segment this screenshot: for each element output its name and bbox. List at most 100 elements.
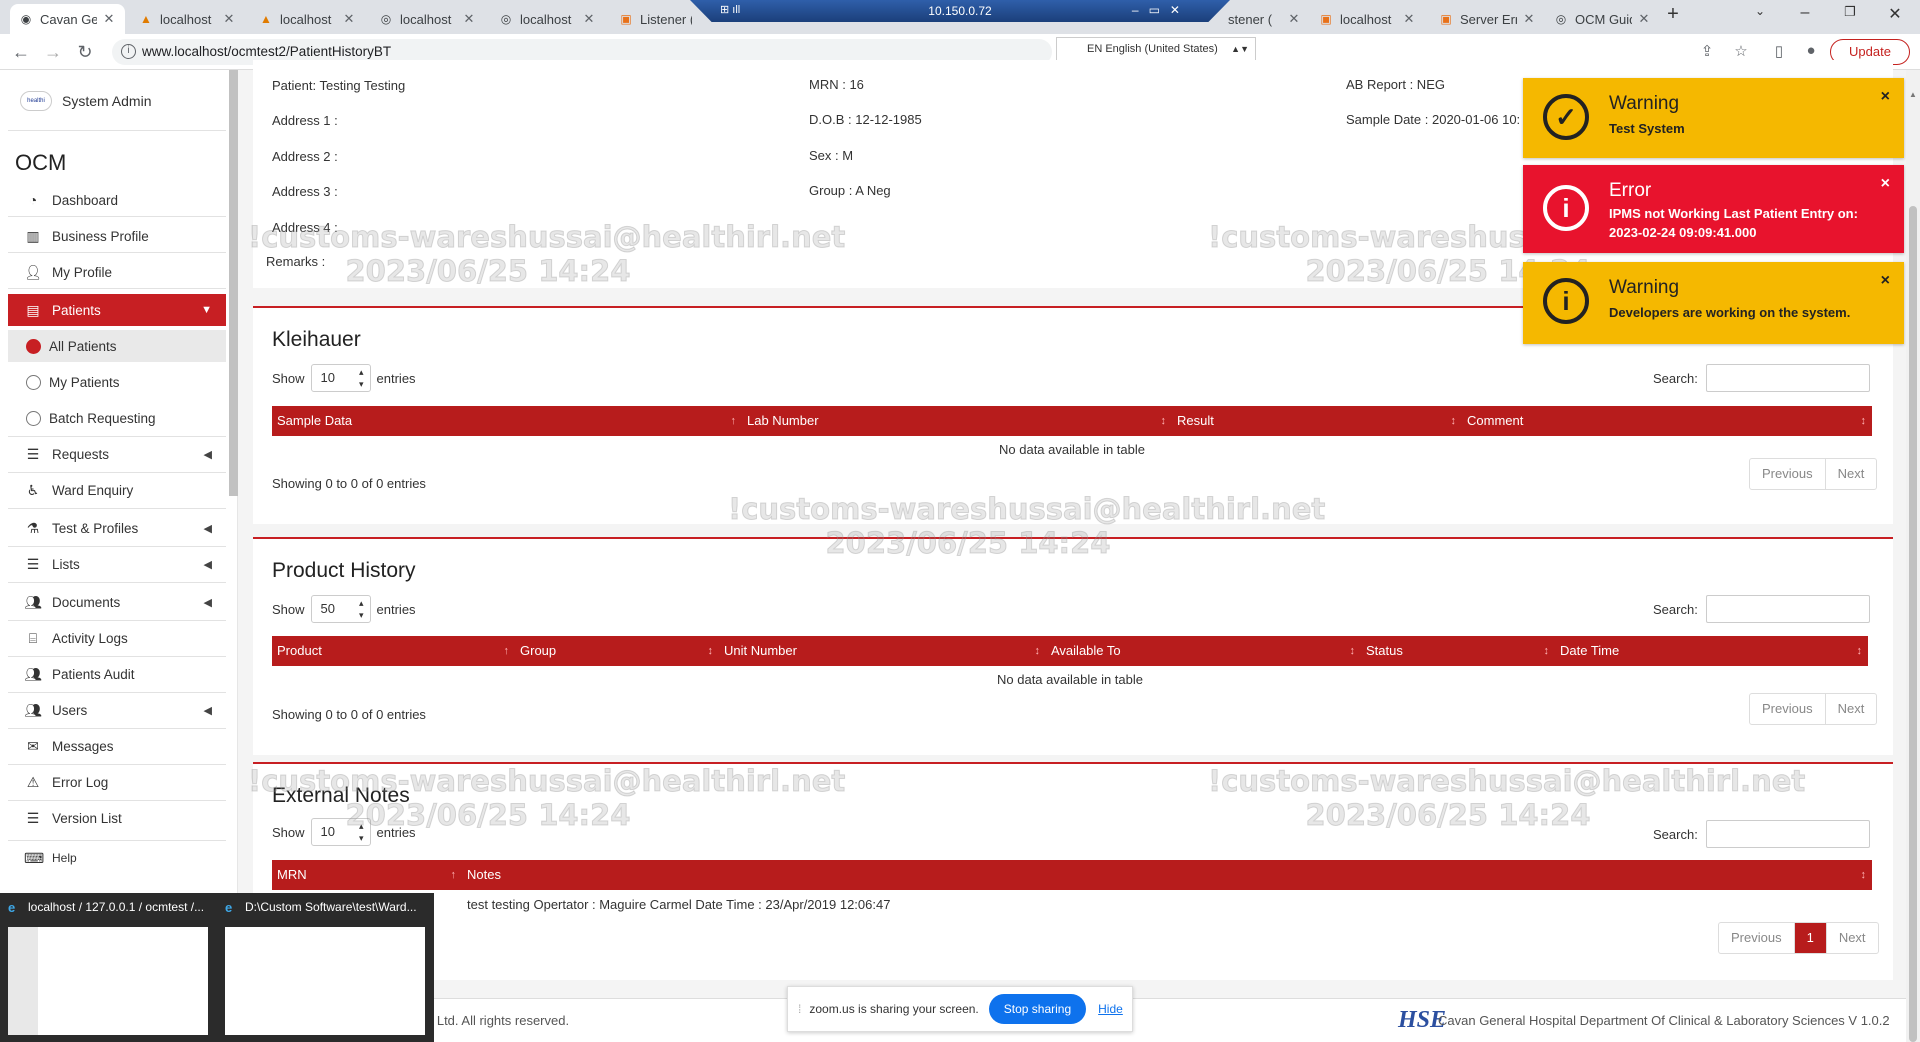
forward-button[interactable]: →: [42, 41, 64, 63]
close-window-button[interactable]: ✕: [1880, 4, 1910, 24]
sidebar-item-version-list[interactable]: ☰ Version List: [8, 802, 226, 834]
taskbar-preview-item[interactable]: e D:\Custom Software\test\Ward...: [217, 893, 434, 1042]
tab-localhost-2[interactable]: ▲ localhost ✕: [250, 4, 365, 34]
search-input[interactable]: [1705, 364, 1870, 392]
sidebar-scrollbar[interactable]: [229, 70, 238, 496]
scroll-up-icon[interactable]: ▲: [1909, 90, 1917, 99]
stop-sharing-button[interactable]: Stop sharing: [988, 994, 1087, 1024]
column-header[interactable]: Comment ↕: [1462, 406, 1872, 436]
column-header[interactable]: MRN ↑: [272, 860, 462, 890]
tab-localhost-1[interactable]: ▲ localhost ✕: [130, 4, 245, 34]
column-header[interactable]: Status ↕: [1361, 636, 1555, 666]
maximize-button[interactable]: ❐: [1835, 4, 1865, 20]
previous-button[interactable]: Previous: [1750, 459, 1825, 489]
sidebar-item-batch-requesting[interactable]: Batch Requesting: [8, 402, 226, 434]
sidebar-item-business-profile[interactable]: ▥ Business Profile: [8, 220, 226, 252]
tab-cavan[interactable]: ◉ Cavan Ge ✕: [10, 4, 125, 34]
tab-ocm-guide[interactable]: ◎ OCM Guid ✕: [1545, 4, 1660, 34]
close-icon[interactable]: ×: [1881, 88, 1890, 106]
sidebar-item-my-profile[interactable]: 👤︎ My Profile: [8, 256, 226, 288]
window-thumbnail[interactable]: [8, 927, 208, 1035]
tab-listener[interactable]: ▣ Listener (: [610, 4, 700, 34]
close-icon[interactable]: ×: [1881, 175, 1890, 193]
page-scrollbar[interactable]: ▲: [1906, 70, 1920, 1042]
sidebar-item-users[interactable]: 👥︎ Users ◀: [8, 694, 226, 726]
tab-localhost-5[interactable]: ▣ localhost ✕: [1310, 4, 1425, 34]
column-header[interactable]: Unit Number ↕: [719, 636, 1046, 666]
chevron-left-icon: ◀: [203, 558, 212, 571]
sidebar-item-patients[interactable]: ▤ Patients ▼: [8, 294, 226, 326]
sort-icon: ↕: [1160, 415, 1167, 427]
close-icon[interactable]: ✕: [101, 11, 117, 27]
pin-icon[interactable]: ⊞ ıll: [720, 3, 740, 16]
close-icon[interactable]: ✕: [341, 11, 357, 27]
sidebar-item-my-patients[interactable]: My Patients: [8, 366, 226, 398]
sidebar-item-lists[interactable]: ☰ Lists ◀: [8, 548, 226, 580]
info-icon[interactable]: i: [121, 44, 136, 59]
scrollbar-thumb[interactable]: [1909, 206, 1917, 1042]
page-1-button[interactable]: 1: [1793, 923, 1826, 953]
close-icon[interactable]: ✕: [581, 11, 597, 27]
column-header[interactable]: Lab Number ↕: [742, 406, 1172, 436]
column-header[interactable]: Group ↕: [515, 636, 719, 666]
sort-icon: ↕: [1543, 645, 1550, 657]
next-button[interactable]: Next: [1824, 459, 1877, 489]
drag-handle-icon[interactable]: ⁞: [798, 1002, 801, 1016]
previous-button[interactable]: Previous: [1750, 694, 1825, 724]
divider: [8, 130, 226, 131]
sidebar-item-test-profiles[interactable]: ⚗ Test & Profiles ◀: [8, 512, 226, 544]
tab-listener-2[interactable]: stener (✕: [1220, 4, 1310, 34]
taskbar-preview-item[interactable]: e localhost / 127.0.0.1 / ocmtest /...: [0, 893, 217, 1042]
entries-select[interactable]: 10 ▴ ▾: [310, 364, 371, 392]
sidebar-item-error-log[interactable]: ⚠ Error Log: [8, 766, 226, 798]
window-thumbnail[interactable]: [225, 927, 425, 1035]
close-icon[interactable]: ✕: [1636, 11, 1652, 27]
reload-button[interactable]: ↻: [74, 41, 96, 63]
column-header[interactable]: Date Time ↕: [1555, 636, 1868, 666]
entries-select[interactable]: 50 ▴ ▾: [310, 595, 371, 623]
close-icon[interactable]: ✕: [1521, 11, 1537, 27]
column-header[interactable]: Sample Data ↑: [272, 406, 742, 436]
language-select[interactable]: EN English (United States) ▲▼: [1056, 37, 1256, 61]
sidebar-item-all-patients[interactable]: All Patients: [8, 330, 226, 362]
menu-icon[interactable]: ⋮: [1916, 40, 1920, 64]
sidebar-item-requests[interactable]: ☰ Requests ◀: [8, 438, 226, 470]
divider: [8, 728, 226, 729]
search-input[interactable]: [1705, 595, 1870, 623]
hide-link[interactable]: Hide: [1098, 1002, 1123, 1016]
tab-localhost-4[interactable]: ◎ localhost ✕: [490, 4, 605, 34]
sidebar-item-documents[interactable]: 👥︎ Documents ◀: [8, 586, 226, 618]
sidebar-item-help[interactable]: ⌨ Help: [8, 842, 226, 874]
next-button[interactable]: Next: [1825, 923, 1878, 953]
sidebar-item-messages[interactable]: ✉ Messages: [8, 730, 226, 762]
pma-icon: ▲: [260, 12, 272, 26]
globe-icon: ◎: [1555, 12, 1567, 26]
previous-button[interactable]: Previous: [1719, 923, 1794, 953]
minimize-button[interactable]: –: [1790, 4, 1820, 22]
close-icon[interactable]: ✕: [461, 11, 477, 27]
entries-select[interactable]: 10 ▴ ▾: [310, 818, 371, 846]
sidebar-item-ward-enquiry[interactable]: ♿︎ Ward Enquiry: [8, 474, 226, 506]
back-button[interactable]: ←: [10, 41, 32, 63]
column-header[interactable]: Available To ↕: [1046, 636, 1361, 666]
users-icon: 👥︎: [24, 593, 42, 610]
next-button[interactable]: Next: [1824, 694, 1877, 724]
new-tab-button[interactable]: +: [1658, 3, 1688, 26]
column-header[interactable]: Result ↕: [1172, 406, 1462, 436]
sidebar-item-patients-audit[interactable]: 👥︎ Patients Audit: [8, 658, 226, 690]
close-icon[interactable]: ×: [1881, 272, 1890, 290]
sidebar-item-dashboard[interactable]: ◔ Dashboard: [8, 184, 226, 216]
tab-server-error[interactable]: ▣ Server Err ✕: [1430, 4, 1545, 34]
remote-window-controls[interactable]: –▭✕: [1132, 3, 1190, 17]
address-4: Address 4 :: [272, 220, 338, 235]
tab-localhost-3[interactable]: ◎ localhost ✕: [370, 4, 485, 34]
close-icon[interactable]: ✕: [221, 11, 237, 27]
column-header[interactable]: Product ↑: [272, 636, 515, 666]
remote-desktop-bar[interactable]: ⊞ ıll 10.150.0.72 –▭✕: [690, 0, 1230, 22]
sidebar-item-activity-logs[interactable]: ⌸ Activity Logs: [8, 622, 226, 654]
tab-search-icon[interactable]: ⌄: [1745, 4, 1775, 18]
close-icon[interactable]: ✕: [1286, 11, 1302, 27]
close-icon[interactable]: ✕: [1401, 11, 1417, 27]
column-header[interactable]: Notes ↕: [462, 860, 1872, 890]
search-input[interactable]: [1705, 820, 1870, 848]
